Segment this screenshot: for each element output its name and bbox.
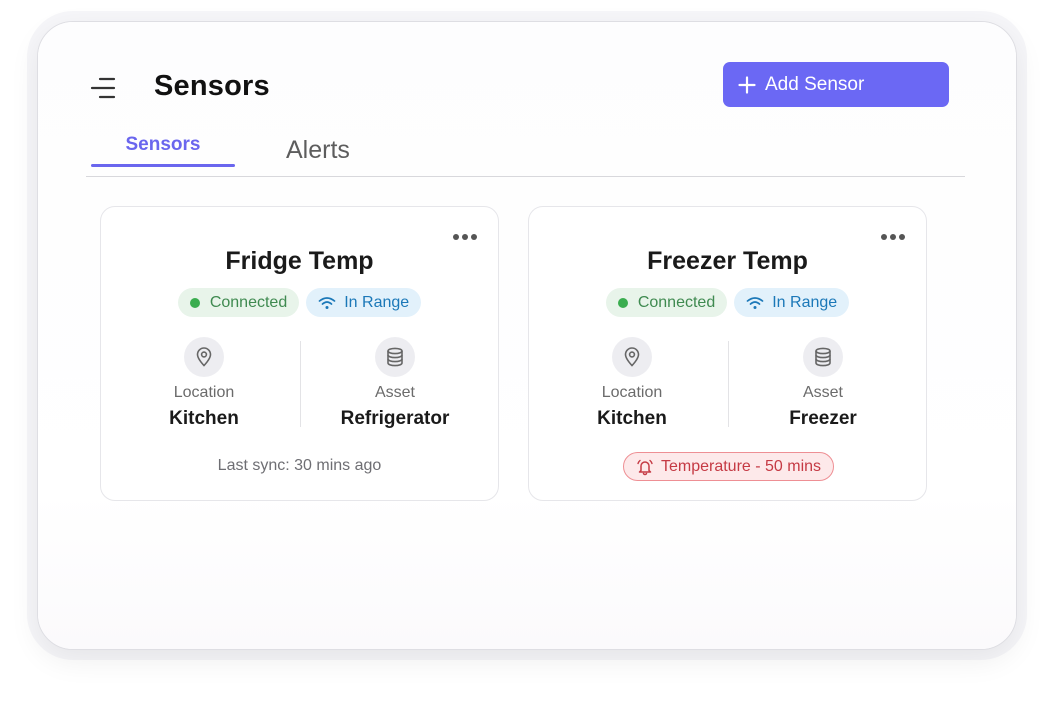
asset-value: Refrigerator [340, 408, 450, 429]
in-range-badge: In Range [734, 288, 850, 317]
tab-bar: Sensors Alerts [86, 130, 965, 177]
divider [728, 341, 729, 427]
sensor-name: Freezer Temp [647, 247, 808, 275]
asset-info: Asset Freezer [748, 337, 898, 430]
status-dot-icon [189, 297, 200, 308]
more-options-icon[interactable] [452, 229, 478, 240]
location-value: Kitchen [169, 408, 239, 429]
sensor-card[interactable]: Freezer Temp Connected In Range Location… [528, 206, 927, 501]
active-tab-indicator [91, 164, 235, 167]
bell-alert-icon [637, 459, 653, 475]
tab-alerts[interactable]: Alerts [286, 136, 350, 165]
divider [300, 341, 301, 427]
tab-sensors-label: Sensors [125, 134, 201, 155]
map-pin-icon [612, 337, 652, 377]
sensor-card[interactable]: Fridge Temp Connected In Range Location … [100, 206, 499, 501]
location-label: Location [601, 384, 663, 401]
connected-badge: Connected [177, 288, 300, 317]
in-range-label: In Range [344, 293, 410, 311]
wifi-icon [318, 296, 336, 309]
device-frame: Sensors Add Sensor Sensors Alerts Fridge… [37, 21, 1017, 650]
menu-icon[interactable] [90, 76, 116, 100]
connected-badge: Connected [605, 288, 728, 317]
sensor-name: Fridge Temp [225, 247, 374, 275]
wifi-icon [746, 296, 764, 309]
in-range-label: In Range [772, 293, 838, 311]
asset-info: Asset Refrigerator [320, 337, 470, 430]
connected-label: Connected [637, 293, 716, 311]
more-options-icon[interactable] [880, 229, 906, 240]
last-sync-text: Last sync: 30 mins ago [217, 457, 382, 474]
asset-label: Asset [374, 384, 415, 401]
status-badges: Connected In Range [529, 288, 926, 317]
add-sensor-button[interactable]: Add Sensor [723, 62, 949, 107]
status-dot-icon [617, 297, 628, 308]
location-value: Kitchen [597, 408, 667, 429]
add-sensor-label: Add Sensor [765, 73, 865, 95]
tab-alerts-label: Alerts [286, 136, 350, 164]
location-info: Location Kitchen [557, 337, 707, 430]
map-pin-icon [184, 337, 224, 377]
status-badges: Connected In Range [101, 288, 498, 317]
database-icon [803, 337, 843, 377]
tab-sensors[interactable]: Sensors [91, 130, 235, 167]
location-label: Location [173, 384, 235, 401]
in-range-badge: In Range [306, 288, 422, 317]
page-title: Sensors [154, 70, 270, 102]
asset-label: Asset [802, 384, 843, 401]
connected-label: Connected [209, 293, 288, 311]
temperature-alert-badge[interactable]: Temperature - 50 mins [623, 452, 834, 481]
asset-value: Freezer [789, 408, 857, 429]
database-icon [375, 337, 415, 377]
location-info: Location Kitchen [129, 337, 279, 430]
plus-icon [738, 75, 756, 94]
alert-label: Temperature - 50 mins [660, 457, 822, 475]
